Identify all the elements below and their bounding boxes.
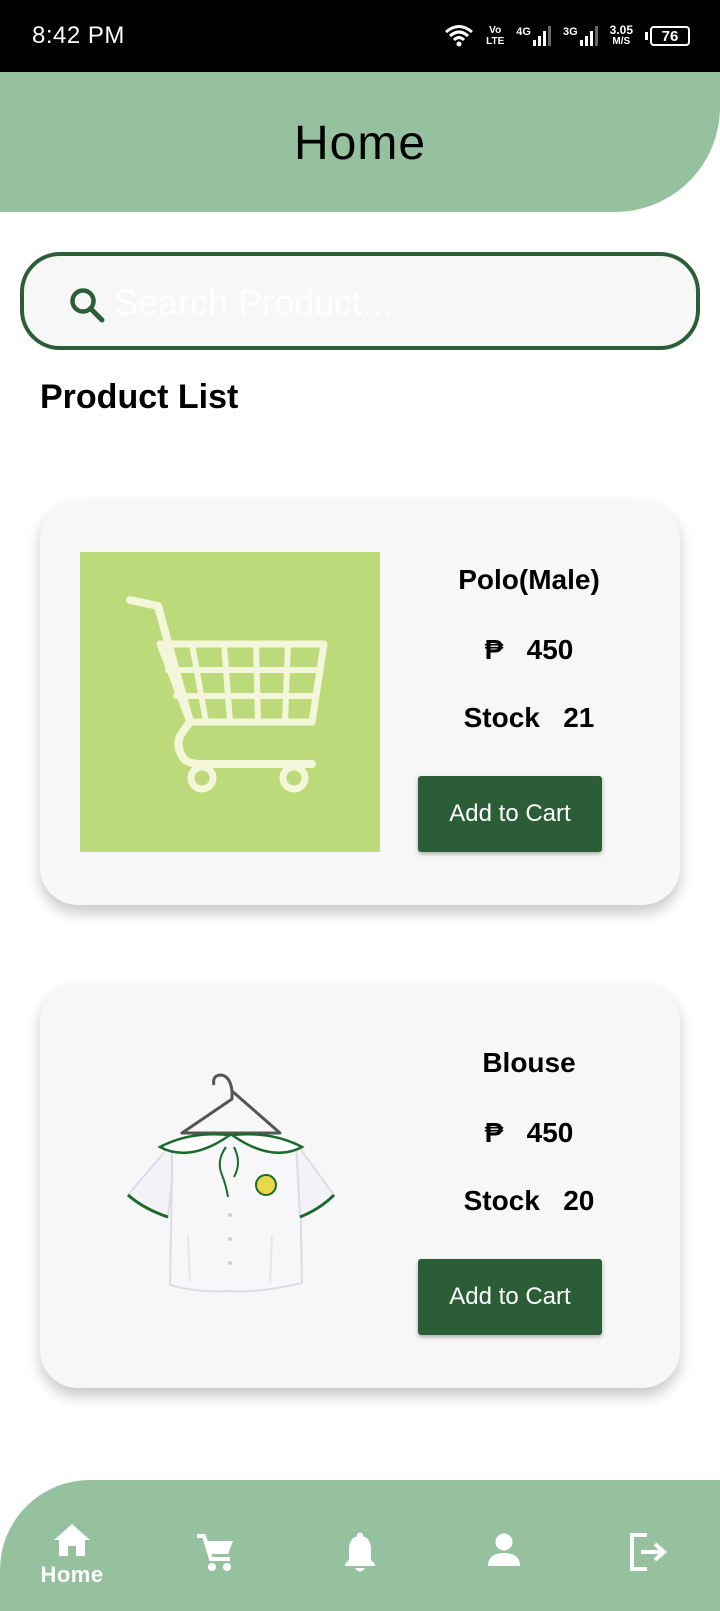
battery-level: 76 [650, 26, 690, 46]
product-name: Polo(Male) [458, 564, 600, 595]
app-header: Home [0, 72, 720, 212]
nav-cart[interactable] [166, 1480, 266, 1611]
product-image [80, 552, 380, 852]
nav-home[interactable]: Home [22, 1480, 122, 1611]
cart-icon [197, 1534, 233, 1571]
battery-icon: 76 [645, 26, 690, 46]
product-stock: Stock 21 [398, 702, 660, 734]
currency-symbol: ₱ [484, 1117, 504, 1148]
blouse-image [126, 1073, 336, 1293]
stock-value: 20 [563, 1185, 595, 1216]
signal-bars-icon [579, 26, 598, 46]
signal-3g: 3G [563, 26, 598, 46]
nav-logout[interactable] [598, 1480, 698, 1611]
product-card: Polo(Male) ₱ 450 Stock 21 Add to Cart [40, 500, 680, 905]
signal-4g: 4G [516, 26, 551, 46]
nav-notifications[interactable] [310, 1480, 410, 1611]
shopping-cart-icon [126, 596, 328, 793]
wifi-icon [445, 25, 474, 47]
profile-icon [488, 1533, 520, 1566]
volte-indicator: Vo LTE [486, 25, 504, 47]
nav-profile[interactable] [454, 1480, 554, 1611]
signal-4g-label: 4G [516, 26, 531, 38]
stock-label: Stock [463, 1185, 540, 1216]
price-value: 450 [526, 634, 574, 665]
product-stock: Stock 20 [398, 1185, 660, 1217]
product-card: Blouse ₱ 450 Stock 20 Add to Cart [40, 983, 680, 1388]
logout-icon [630, 1533, 668, 1571]
product-image [80, 1035, 380, 1335]
home-icon [54, 1524, 90, 1556]
search-icon [70, 288, 105, 323]
bell-icon [345, 1532, 375, 1572]
stock-label: Stock [463, 702, 540, 733]
page-title: Home [293, 117, 427, 170]
nav-home-label: Home [40, 1562, 104, 1587]
product-name: Blouse [482, 1047, 576, 1078]
search-input[interactable] [112, 274, 676, 332]
volte-bottom-text: LTE [486, 36, 505, 47]
add-to-cart-button[interactable]: Add to Cart [418, 776, 602, 852]
network-speed-unit: M/S [612, 36, 631, 47]
network-speed: 3.05 M/S [609, 23, 633, 47]
product-price: ₱ 450 [398, 1117, 660, 1149]
volte-top-text: Vo [489, 25, 502, 36]
price-value: 450 [526, 1117, 574, 1148]
signal-bars-icon [532, 26, 551, 46]
status-bar: 8:42 PM Vo LTE 4G 3G 3.05 M/S 76 [0, 0, 720, 72]
stock-value: 21 [563, 702, 595, 733]
network-speed-value: 3.05 [609, 23, 633, 37]
section-title: Product List [40, 378, 239, 416]
search-bar[interactable] [20, 252, 700, 350]
bottom-nav: Home [0, 1480, 720, 1611]
currency-symbol: ₱ [484, 634, 504, 665]
add-to-cart-button[interactable]: Add to Cart [418, 1259, 602, 1335]
signal-3g-label: 3G [562, 26, 578, 38]
product-price: ₱ 450 [398, 634, 660, 666]
status-time: 8:42 PM [32, 22, 125, 49]
status-icons: Vo LTE 4G 3G 3.05 M/S 76 [444, 20, 690, 52]
